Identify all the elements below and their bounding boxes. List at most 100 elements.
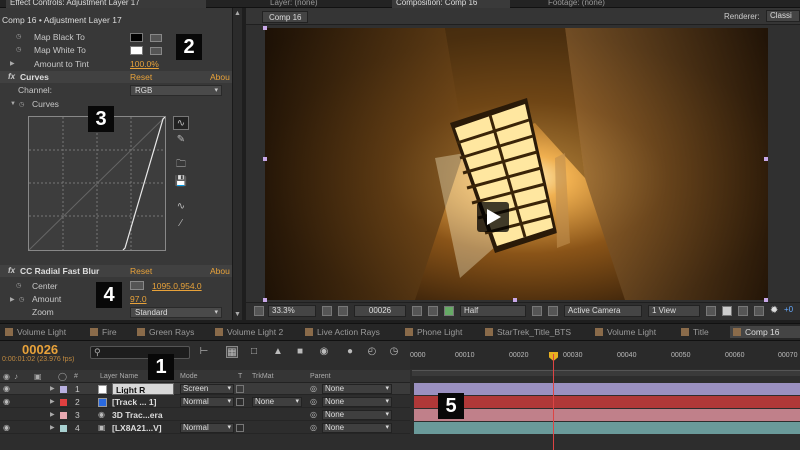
stopwatch-icon[interactable]: ◷ xyxy=(16,46,21,53)
expand-triangle-icon[interactable]: ▶ xyxy=(10,60,15,67)
mask-icon[interactable] xyxy=(338,306,348,316)
timeline-tab[interactable]: Volume Light 2 xyxy=(212,326,298,338)
toggle-pixel-icon[interactable] xyxy=(706,306,716,316)
zoom-dropdown[interactable]: Standard xyxy=(130,307,222,318)
map-white-swatch[interactable] xyxy=(130,46,143,55)
fast-previews-icon[interactable] xyxy=(722,306,732,316)
composition-mini-flowchart-icon[interactable]: ⊢ xyxy=(198,346,210,358)
hide-shy-icon[interactable]: ▲ xyxy=(272,346,284,358)
layer-row[interactable]: ◉ ▶ 4 ▣ [LX8A21...V] Normal ◎ None xyxy=(0,422,410,434)
parent-dropdown[interactable]: None xyxy=(322,397,392,407)
fx-icon[interactable]: fx xyxy=(8,266,15,275)
layer-duration-bar[interactable] xyxy=(414,422,800,434)
pickwhip-icon[interactable]: ◎ xyxy=(310,396,317,408)
channel-icon[interactable] xyxy=(444,306,454,316)
flowchart-icon[interactable] xyxy=(754,306,764,316)
roi-icon[interactable] xyxy=(532,306,542,316)
pencil-tool-icon[interactable]: ✎ xyxy=(173,133,189,147)
expand-triangle-icon[interactable]: ▶ xyxy=(10,296,15,303)
pickwhip-icon[interactable]: ◎ xyxy=(310,383,317,395)
scroll-up-icon[interactable]: ▲ xyxy=(234,10,241,17)
eye-icon[interactable]: ◉ xyxy=(3,383,10,395)
amount-value[interactable]: 97.0 xyxy=(130,293,170,305)
bezier-tool-icon[interactable]: ∿ xyxy=(173,116,189,130)
expand-triangle-icon[interactable]: ▶ xyxy=(50,409,55,421)
open-folder-icon[interactable]: 🗀 xyxy=(173,158,189,172)
layer-duration-bar[interactable] xyxy=(414,409,800,421)
crosshair-icon[interactable] xyxy=(130,281,144,290)
layer-name-input[interactable]: Light R xyxy=(112,383,174,395)
mode-dropdown[interactable]: Normal xyxy=(180,423,234,433)
brainstorm-icon[interactable]: ● xyxy=(344,346,356,358)
timer-icon[interactable]: ◷ xyxy=(388,346,400,358)
layer-handle[interactable] xyxy=(263,26,267,30)
composition-viewer[interactable] xyxy=(265,28,768,300)
eyedropper-icon[interactable] xyxy=(150,47,162,55)
label-color-chip[interactable] xyxy=(60,399,67,406)
reset-curve-icon[interactable]: ∕ xyxy=(173,217,189,231)
label-color-chip[interactable] xyxy=(60,425,67,432)
radial-blur-title[interactable]: CC Radial Fast Blur xyxy=(20,265,128,277)
expand-triangle-icon[interactable]: ▶ xyxy=(50,383,55,395)
collapse-triangle-icon[interactable]: ▼ xyxy=(10,101,16,107)
renderer-dropdown[interactable]: Classi xyxy=(766,10,800,22)
mode-dropdown[interactable]: Screen xyxy=(180,384,234,394)
label-color-chip[interactable] xyxy=(60,412,67,419)
eyedropper-icon[interactable] xyxy=(150,34,162,42)
playhead-line[interactable] xyxy=(553,354,554,450)
layer-handle[interactable] xyxy=(263,157,267,161)
smooth-icon[interactable]: ∿ xyxy=(173,200,189,214)
timeline-tab[interactable]: StarTrek_Title_BTS xyxy=(482,326,588,338)
timeline-tab[interactable]: Live Action Rays xyxy=(302,326,398,338)
motion-blur-icon[interactable]: ◉ xyxy=(318,346,330,358)
channel-dropdown[interactable]: RGB xyxy=(130,85,222,96)
parent-dropdown[interactable]: None xyxy=(322,410,392,420)
stopwatch-icon[interactable]: ◷ xyxy=(19,296,24,303)
amount-to-tint-value[interactable]: 100.0% xyxy=(130,58,180,70)
resolution-dropdown[interactable]: Half xyxy=(460,305,526,317)
parent-dropdown[interactable]: None xyxy=(322,384,392,394)
layer-row[interactable]: ◉ ▶ 2 [Track ... 1] Normal None ◎ None xyxy=(0,396,410,408)
stopwatch-icon[interactable]: ◷ xyxy=(16,33,21,40)
fx-icon[interactable]: fx xyxy=(8,72,15,81)
transparency-grid-icon[interactable] xyxy=(548,306,558,316)
comp-tab[interactable]: Comp 16 xyxy=(262,11,309,23)
show-snapshot-icon[interactable] xyxy=(428,306,438,316)
exposure-icon[interactable]: ✹ xyxy=(770,306,780,316)
tab-effect-controls[interactable]: Effect Controls: Adjustment Layer 17 xyxy=(6,0,206,8)
camera-icon[interactable] xyxy=(412,306,422,316)
curves-graph[interactable] xyxy=(28,116,166,251)
zoom-dropdown[interactable]: 33.3% xyxy=(268,305,316,317)
mode-dropdown[interactable]: Normal xyxy=(180,397,234,407)
graph-editor-icon[interactable]: ◴ xyxy=(366,346,378,358)
radial-about-link[interactable]: Abou xyxy=(210,265,232,277)
live-update-icon[interactable]: ▦ xyxy=(226,346,238,358)
layer-search-input[interactable]: ⚲ xyxy=(90,346,190,359)
effect-controls-scrollbar[interactable]: ▲ ▼ xyxy=(232,8,242,320)
layer-name[interactable]: [Track ... 1] xyxy=(112,396,176,408)
preserve-transparency-checkbox[interactable] xyxy=(236,424,244,432)
parent-dropdown[interactable]: None xyxy=(322,423,392,433)
preserve-transparency-checkbox[interactable] xyxy=(236,385,244,393)
expand-triangle-icon[interactable]: ▶ xyxy=(50,396,55,408)
grid-icon[interactable] xyxy=(322,306,332,316)
map-black-swatch[interactable] xyxy=(130,33,143,42)
timeline-tab[interactable]: Fire xyxy=(87,326,131,338)
center-value[interactable]: 1095.0,954.0 xyxy=(152,280,222,292)
layer-duration-bar[interactable] xyxy=(414,396,800,408)
layer-name[interactable]: [LX8A21...V] xyxy=(112,422,176,434)
trkmat-dropdown[interactable]: None xyxy=(252,397,302,407)
layer-handle[interactable] xyxy=(764,157,768,161)
timeline-tab[interactable]: Title xyxy=(678,326,728,338)
timeline-tab[interactable]: Volume Light xyxy=(592,326,674,338)
frame-blending-icon[interactable]: ■ xyxy=(294,346,306,358)
radial-reset-link[interactable]: Reset xyxy=(130,265,160,277)
curves-title[interactable]: Curves xyxy=(20,71,100,83)
timeline-tab[interactable]: Green Rays xyxy=(134,326,208,338)
camera-view-dropdown[interactable]: Active Camera xyxy=(564,305,642,317)
stopwatch-icon[interactable]: ◷ xyxy=(16,282,21,289)
eye-icon[interactable]: ◉ xyxy=(3,396,10,408)
tab-composition[interactable]: Composition: Comp 16 xyxy=(392,0,510,8)
timeline-icon[interactable] xyxy=(738,306,748,316)
timeline-tab[interactable]: Phone Light xyxy=(402,326,478,338)
